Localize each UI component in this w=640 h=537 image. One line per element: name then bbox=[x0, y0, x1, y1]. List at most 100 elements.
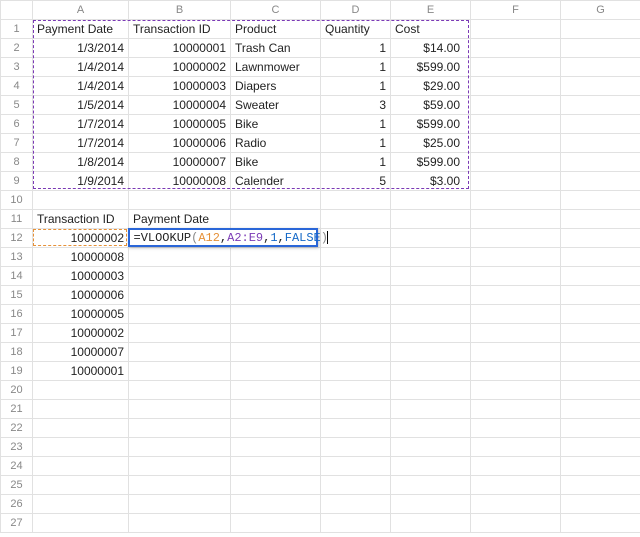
cell-A4[interactable]: 1/4/2014 bbox=[33, 77, 129, 96]
cell-D13[interactable] bbox=[321, 248, 391, 267]
cell-E23[interactable] bbox=[391, 438, 471, 457]
cell-C8[interactable]: Bike bbox=[231, 153, 321, 172]
cell-E3[interactable]: $599.00 bbox=[391, 58, 471, 77]
col-header-G[interactable]: G bbox=[561, 1, 640, 20]
cell-G1[interactable] bbox=[561, 20, 640, 39]
row-header-5[interactable]: 5 bbox=[1, 96, 33, 115]
cell-G24[interactable] bbox=[561, 457, 640, 476]
cell-F22[interactable] bbox=[471, 419, 561, 438]
cell-F7[interactable] bbox=[471, 134, 561, 153]
cell-F9[interactable] bbox=[471, 172, 561, 191]
cell-E20[interactable] bbox=[391, 381, 471, 400]
cell-B1[interactable]: Transaction ID bbox=[129, 20, 231, 39]
cell-E17[interactable] bbox=[391, 324, 471, 343]
cell-G15[interactable] bbox=[561, 286, 640, 305]
col-header-D[interactable]: D bbox=[321, 1, 391, 20]
cell-G10[interactable] bbox=[561, 191, 640, 210]
cell-C3[interactable]: Lawnmower bbox=[231, 58, 321, 77]
cell-F10[interactable] bbox=[471, 191, 561, 210]
cell-B4[interactable]: 10000003 bbox=[129, 77, 231, 96]
cell-B3[interactable]: 10000002 bbox=[129, 58, 231, 77]
cell-C23[interactable] bbox=[231, 438, 321, 457]
cell-D24[interactable] bbox=[321, 457, 391, 476]
cell-A7[interactable]: 1/7/2014 bbox=[33, 134, 129, 153]
cell-E9[interactable]: $3.00 bbox=[391, 172, 471, 191]
cell-C26[interactable] bbox=[231, 495, 321, 514]
cell-G16[interactable] bbox=[561, 305, 640, 324]
cell-A10[interactable] bbox=[33, 191, 129, 210]
cell-E15[interactable] bbox=[391, 286, 471, 305]
cell-F25[interactable] bbox=[471, 476, 561, 495]
cell-A22[interactable] bbox=[33, 419, 129, 438]
row-header-20[interactable]: 20 bbox=[1, 381, 33, 400]
cell-B19[interactable] bbox=[129, 362, 231, 381]
cell-D19[interactable] bbox=[321, 362, 391, 381]
cell-B25[interactable] bbox=[129, 476, 231, 495]
cell-C24[interactable] bbox=[231, 457, 321, 476]
cell-E18[interactable] bbox=[391, 343, 471, 362]
cell-A21[interactable] bbox=[33, 400, 129, 419]
cell-E25[interactable] bbox=[391, 476, 471, 495]
cell-E10[interactable] bbox=[391, 191, 471, 210]
cell-F13[interactable] bbox=[471, 248, 561, 267]
cell-F19[interactable] bbox=[471, 362, 561, 381]
cell-A12[interactable]: 10000002 bbox=[33, 229, 129, 248]
cell-B20[interactable] bbox=[129, 381, 231, 400]
cell-D5[interactable]: 3 bbox=[321, 96, 391, 115]
cell-G22[interactable] bbox=[561, 419, 640, 438]
cell-A26[interactable] bbox=[33, 495, 129, 514]
cell-D22[interactable] bbox=[321, 419, 391, 438]
cell-A24[interactable] bbox=[33, 457, 129, 476]
cell-B16[interactable] bbox=[129, 305, 231, 324]
cell-G5[interactable] bbox=[561, 96, 640, 115]
cell-C18[interactable] bbox=[231, 343, 321, 362]
cell-E13[interactable] bbox=[391, 248, 471, 267]
cell-A17[interactable]: 10000002 bbox=[33, 324, 129, 343]
cell-F23[interactable] bbox=[471, 438, 561, 457]
cell-F1[interactable] bbox=[471, 20, 561, 39]
cell-E16[interactable] bbox=[391, 305, 471, 324]
cell-G11[interactable] bbox=[561, 210, 640, 229]
cell-F3[interactable] bbox=[471, 58, 561, 77]
cell-C27[interactable] bbox=[231, 514, 321, 533]
row-header-7[interactable]: 7 bbox=[1, 134, 33, 153]
cell-D18[interactable] bbox=[321, 343, 391, 362]
cell-G9[interactable] bbox=[561, 172, 640, 191]
row-header-23[interactable]: 23 bbox=[1, 438, 33, 457]
col-header-C[interactable]: C bbox=[231, 1, 321, 20]
cell-D8[interactable]: 1 bbox=[321, 153, 391, 172]
cell-B21[interactable] bbox=[129, 400, 231, 419]
cell-C6[interactable]: Bike bbox=[231, 115, 321, 134]
cell-D21[interactable] bbox=[321, 400, 391, 419]
cell-C14[interactable] bbox=[231, 267, 321, 286]
row-header-8[interactable]: 8 bbox=[1, 153, 33, 172]
cell-F5[interactable] bbox=[471, 96, 561, 115]
row-header-3[interactable]: 3 bbox=[1, 58, 33, 77]
col-header-F[interactable]: F bbox=[471, 1, 561, 20]
cell-F12[interactable] bbox=[471, 229, 561, 248]
cell-A1[interactable]: Payment Date bbox=[33, 20, 129, 39]
row-header-12[interactable]: 12 bbox=[1, 229, 33, 248]
cell-E21[interactable] bbox=[391, 400, 471, 419]
cell-D12[interactable] bbox=[321, 229, 391, 248]
cell-C13[interactable] bbox=[231, 248, 321, 267]
cell-G25[interactable] bbox=[561, 476, 640, 495]
cell-A8[interactable]: 1/8/2014 bbox=[33, 153, 129, 172]
cell-A5[interactable]: 1/5/2014 bbox=[33, 96, 129, 115]
cell-B26[interactable] bbox=[129, 495, 231, 514]
cell-E22[interactable] bbox=[391, 419, 471, 438]
cell-E24[interactable] bbox=[391, 457, 471, 476]
cell-E2[interactable]: $14.00 bbox=[391, 39, 471, 58]
cell-G21[interactable] bbox=[561, 400, 640, 419]
cell-F17[interactable] bbox=[471, 324, 561, 343]
row-header-6[interactable]: 6 bbox=[1, 115, 33, 134]
cell-C22[interactable] bbox=[231, 419, 321, 438]
cell-C25[interactable] bbox=[231, 476, 321, 495]
cell-A11[interactable]: Transaction ID bbox=[33, 210, 129, 229]
cell-G26[interactable] bbox=[561, 495, 640, 514]
row-header-9[interactable]: 9 bbox=[1, 172, 33, 191]
cell-G12[interactable] bbox=[561, 229, 640, 248]
row-header-24[interactable]: 24 bbox=[1, 457, 33, 476]
cell-D14[interactable] bbox=[321, 267, 391, 286]
cell-G23[interactable] bbox=[561, 438, 640, 457]
